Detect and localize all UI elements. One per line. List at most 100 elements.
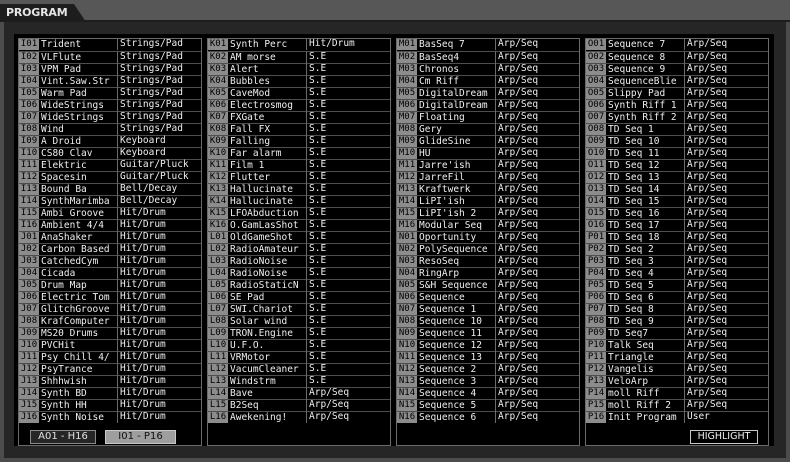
program-row[interactable]: O12 TD Seq 13 Arp/Seq xyxy=(586,171,768,183)
program-row[interactable]: M04 Cm Riff Arp/Seq xyxy=(397,75,579,87)
program-row[interactable]: K13 Hallucinate S.E xyxy=(208,183,390,195)
program-row[interactable]: L12 VacumCleaner S.E xyxy=(208,363,390,375)
program-row[interactable]: I04 Vint.Saw.Str Strings/Pad xyxy=(19,75,201,87)
program-row[interactable]: N10 Sequence 12 Arp/Seq xyxy=(397,339,579,351)
program-row[interactable]: L09 TRON.Engine S.E xyxy=(208,327,390,339)
program-row[interactable]: K05 CaveMod S.E xyxy=(208,87,390,99)
program-row[interactable]: P07 TD Seq 8 Arp/Seq xyxy=(586,303,768,315)
program-row[interactable]: I08 Wind Strings/Pad xyxy=(19,123,201,135)
program-row[interactable]: L11 VRMotor S.E xyxy=(208,351,390,363)
program-row[interactable]: L03 RadioNoise S.E xyxy=(208,255,390,267)
program-row[interactable]: N07 Sequence 1 Arp/Seq xyxy=(397,303,579,315)
program-row[interactable]: J08 KrafComputer Hit/Drum xyxy=(19,315,201,327)
program-row[interactable]: M02 BasSeq4 Arp/Seq xyxy=(397,51,579,63)
program-row[interactable]: K03 Alert S.E xyxy=(208,63,390,75)
program-row[interactable]: N16 Sequence 6 Arp/Seq xyxy=(397,411,579,423)
program-row[interactable]: L15 B2Seq Arp/Seq xyxy=(208,399,390,411)
program-row[interactable]: J11 Psy Chill 4/Hit/Drum xyxy=(19,351,201,363)
program-row[interactable]: L10 U.F.O. S.E xyxy=(208,339,390,351)
bank-a01-h16-button[interactable]: A01 - H16 xyxy=(30,430,96,444)
program-row[interactable]: O11 TD Seq 12 Arp/Seq xyxy=(586,159,768,171)
program-row[interactable]: L07 SWI.Chariot S.E xyxy=(208,303,390,315)
program-row[interactable]: P13 VeloArp Arp/Seq xyxy=(586,375,768,387)
program-row[interactable]: K09 Falling S.E xyxy=(208,135,390,147)
program-row[interactable]: N04 RingArp Arp/Seq xyxy=(397,267,579,279)
program-row[interactable]: P02 TD Seq 2 Arp/Seq xyxy=(586,243,768,255)
program-row[interactable]: I02 VLFlute Strings/Pad xyxy=(19,51,201,63)
program-row[interactable]: M10 HU Arp/Seq xyxy=(397,147,579,159)
program-row[interactable]: O03 Sequence 9 Arp/Seq xyxy=(586,63,768,75)
program-row[interactable]: P12 Vangelis Arp/Seq xyxy=(586,363,768,375)
program-row[interactable]: L01 OldGameShot S.E xyxy=(208,231,390,243)
program-row[interactable]: P10 Talk Seq Arp/Seq xyxy=(586,339,768,351)
program-row[interactable]: J02 Carbon Based Hit/Drum xyxy=(19,243,201,255)
program-row[interactable]: P01 TD Seq 18 Arp/Seq xyxy=(586,231,768,243)
program-row[interactable]: P04 TD Seq 4 Arp/Seq xyxy=(586,267,768,279)
program-row[interactable]: M05 DigitalDream Arp/Seq xyxy=(397,87,579,99)
program-row[interactable]: J13 Shhhwish Hit/Drum xyxy=(19,375,201,387)
program-row[interactable]: K04 Bubbles S.E xyxy=(208,75,390,87)
program-row[interactable]: L08 Solar wind S.E xyxy=(208,315,390,327)
program-row[interactable]: I15 Ambi Groove Hit/Drum xyxy=(19,207,201,219)
program-row[interactable]: O10 TD Seq 11 Arp/Seq xyxy=(586,147,768,159)
program-row[interactable]: J14 Synth BD Hit/Drum xyxy=(19,387,201,399)
program-row[interactable]: M15 LiPI'ish 2 Arp/Seq xyxy=(397,207,579,219)
program-row[interactable]: N08 Sequence 10 Arp/Seq xyxy=(397,315,579,327)
highlight-button[interactable]: HIGHLIGHT xyxy=(690,430,758,444)
program-row[interactable]: O08 TD Seq 1 Arp/Seq xyxy=(586,123,768,135)
program-row[interactable]: P16 Init Program User xyxy=(586,411,768,423)
program-row[interactable]: K08 Fall FX S.E xyxy=(208,123,390,135)
program-row[interactable]: O04 SequenceBlie Arp/Seq xyxy=(586,75,768,87)
program-row[interactable]: I09 A Droid Keyboard xyxy=(19,135,201,147)
program-row[interactable]: K06 Electrosmog S.E xyxy=(208,99,390,111)
program-row[interactable]: M09 GlideSine Arp/Seq xyxy=(397,135,579,147)
program-row[interactable]: K11 Film 1 S.E xyxy=(208,159,390,171)
program-row[interactable]: N06 Sequence Arp/Seq xyxy=(397,291,579,303)
program-row[interactable]: N14 Sequence 4 Arp/Seq xyxy=(397,387,579,399)
program-row[interactable]: P03 TD Seq 3 Arp/Seq xyxy=(586,255,768,267)
program-row[interactable]: P11 Triangle Arp/Seq xyxy=(586,351,768,363)
program-row[interactable]: M03 Chronos Arp/Seq xyxy=(397,63,579,75)
program-row[interactable]: M07 Floating Arp/Seq xyxy=(397,111,579,123)
program-row[interactable]: L06 SE Pad S.E xyxy=(208,291,390,303)
program-row[interactable]: M11 Jarre'ish Arp/Seq xyxy=(397,159,579,171)
program-row[interactable]: L04 RadioNoise S.E xyxy=(208,267,390,279)
bank-i01-p16-button[interactable]: I01 - P16 xyxy=(105,430,176,444)
program-row[interactable]: O09 TD Seq 10 Arp/Seq xyxy=(586,135,768,147)
program-row[interactable]: J05 Drum Map Hit/Drum xyxy=(19,279,201,291)
program-row[interactable]: N12 Sequence 2 Arp/Seq xyxy=(397,363,579,375)
program-row[interactable]: K07 FXGate S.E xyxy=(208,111,390,123)
program-row[interactable]: I06 WideStrings Strings/Pad xyxy=(19,99,201,111)
program-row[interactable]: O01 Sequence 7 Arp/Seq xyxy=(586,38,768,51)
program-row[interactable]: P09 TD Seq7 Arp/Seq xyxy=(586,327,768,339)
program-row[interactable]: O14 TD Seq 15 Arp/Seq xyxy=(586,195,768,207)
program-row[interactable]: N01 Oportunity Arp/Seq xyxy=(397,231,579,243)
program-row[interactable]: J10 PVCHit Hit/Drum xyxy=(19,339,201,351)
program-row[interactable]: M08 Gery Arp/Seq xyxy=(397,123,579,135)
program-row[interactable]: N15 Sequence 5 Arp/Seq xyxy=(397,399,579,411)
program-row[interactable]: K14 Hallucinate S.E xyxy=(208,195,390,207)
program-row[interactable]: I11 Elektric Guitar/Pluck xyxy=(19,159,201,171)
program-row[interactable]: J01 AnaShaker Hit/Drum xyxy=(19,231,201,243)
program-row[interactable]: O02 Sequence 8 Arp/Seq xyxy=(586,51,768,63)
program-row[interactable]: N03 ResoSeq Arp/Seq xyxy=(397,255,579,267)
program-row[interactable]: I14 SynthMarimba Bell/Decay xyxy=(19,195,201,207)
program-row[interactable]: P06 TD Seq 6 Arp/Seq xyxy=(586,291,768,303)
program-row[interactable]: I13 Bound Ba Bell/Decay xyxy=(19,183,201,195)
program-row[interactable]: L16 Awekening! Arp/Seq xyxy=(208,411,390,423)
program-row[interactable]: J07 GlitchGroove Hit/Drum xyxy=(19,303,201,315)
program-row[interactable]: K12 Flutter S.E xyxy=(208,171,390,183)
program-row[interactable]: O13 TD Seq 14 Arp/Seq xyxy=(586,183,768,195)
program-row[interactable]: M13 Kraftwerk Arp/Seq xyxy=(397,183,579,195)
program-row[interactable]: K01 Synth Perc Hit/Drum xyxy=(208,38,390,51)
program-row[interactable]: O06 Synth Riff 1 Arp/Seq xyxy=(586,99,768,111)
program-row[interactable]: N13 Sequence 3 Arp/Seq xyxy=(397,375,579,387)
program-row[interactable]: N02 PolySequence Arp/Seq xyxy=(397,243,579,255)
program-row[interactable]: K16 O.GamLasShot S.E xyxy=(208,219,390,231)
program-row[interactable]: K02 AM morse S.E xyxy=(208,51,390,63)
program-row[interactable]: N11 Sequence 13 Arp/Seq xyxy=(397,351,579,363)
program-row[interactable]: I03 VPM Pad Strings/Pad xyxy=(19,63,201,75)
program-row[interactable]: P08 TD Seq 9 Arp/Seq xyxy=(586,315,768,327)
program-row[interactable]: O05 Slippy Pad Arp/Seq xyxy=(586,87,768,99)
program-row[interactable]: P15 moll Riff 2 Arp/Seq xyxy=(586,399,768,411)
